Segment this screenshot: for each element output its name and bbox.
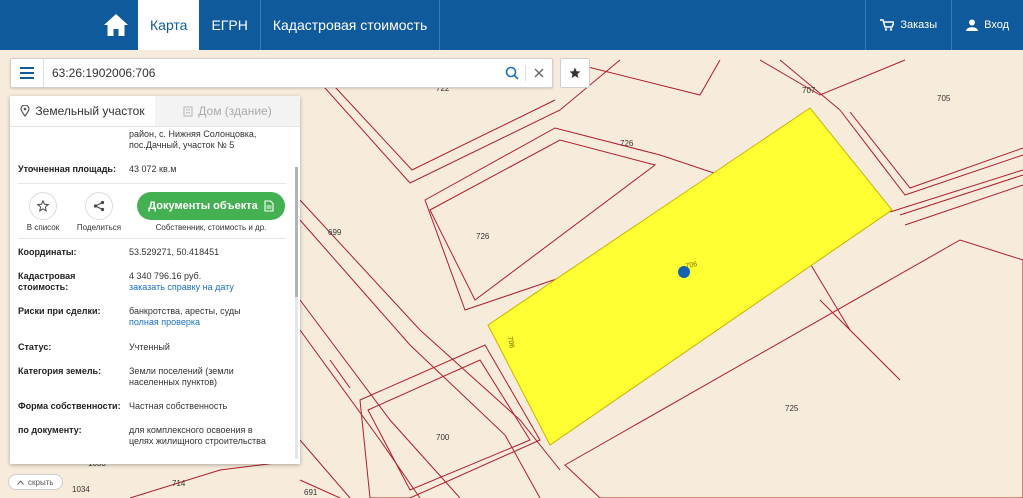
address-row: район, с. Нижняя Солонцовка, пос.Дачный,…: [10, 129, 294, 151]
address-label: [18, 129, 129, 151]
menu-button[interactable]: [11, 59, 44, 87]
close-icon: [534, 68, 544, 78]
hide-panel-label: скрыть: [28, 477, 54, 487]
panel-tabs: Земельный участок Дом (здание): [10, 96, 300, 127]
tab-house[interactable]: Дом (здание): [155, 96, 300, 126]
documents-button-label: Документы объекта: [148, 200, 258, 212]
ownership-value: Частная собственность: [129, 401, 228, 411]
category-label: Категория земель:: [18, 366, 102, 376]
tab-egrn[interactable]: ЕГРН: [199, 0, 261, 50]
hide-panel-button[interactable]: скрыть: [8, 474, 63, 490]
search-icon: [505, 66, 519, 80]
building-icon: [183, 105, 193, 117]
cadastral-value-row: Кадастровая стоимость: 4 340 796.16 руб.…: [10, 271, 294, 293]
document-icon: [264, 200, 274, 212]
divider: [18, 238, 286, 239]
cadastral-value-label-2: стоимость:: [18, 282, 69, 292]
map-label-699: 699: [328, 228, 342, 237]
coords-row: Координаты: 53.529271, 50.418451: [10, 247, 294, 258]
map-label-726-top: 726: [620, 139, 634, 148]
risks-row: Риски при сделки: банкротства, аресты, с…: [10, 306, 294, 328]
tab-land-plot[interactable]: Земельный участок: [10, 96, 155, 126]
orders-button[interactable]: Заказы: [865, 0, 951, 50]
area-label: Уточненная площадь:: [18, 164, 116, 174]
orders-label: Заказы: [900, 19, 938, 31]
by-document-value-2: целях жилищного строительства: [129, 436, 266, 446]
map-label-691: 691: [304, 488, 318, 497]
documents-button[interactable]: Документы объекта: [137, 192, 285, 220]
address-line-2: пос.Дачный, участок № 5: [129, 140, 235, 150]
category-row: Категория земель: Земли поселений (земли…: [10, 366, 294, 388]
hamburger-icon: [20, 67, 34, 79]
login-button[interactable]: Вход: [951, 0, 1023, 50]
scrollbar-thumb[interactable]: [295, 167, 298, 297]
actions-row: В список Поделиться Документы объекта Со…: [10, 184, 294, 238]
map-label-714: 714: [172, 479, 186, 488]
share-icon: [93, 200, 105, 212]
ownership-row: Форма собственности: Частная собственнос…: [10, 401, 294, 412]
tab-house-label: Дом (здание): [198, 104, 272, 118]
object-info-panel: Земельный участок Дом (здание) район, с.…: [10, 96, 300, 464]
by-document-row: по документу: для комплексного освоения …: [10, 425, 294, 447]
area-row: Уточненная площадь: 43 072 кв.м: [10, 164, 294, 175]
map-label-1034: 1034: [72, 485, 90, 494]
map-label-725: 725: [785, 404, 799, 413]
cadastral-value-amount: 4 340 796.16 руб.: [129, 271, 202, 281]
status-value: Учтенный: [129, 342, 170, 352]
user-icon: [966, 19, 979, 31]
map-label-707: 707: [802, 86, 816, 95]
top-navbar: Карта ЕГРН Кадастровая стоимость Заказы …: [0, 0, 1023, 50]
star-icon: [569, 67, 581, 78]
map-label-726: 726: [476, 232, 490, 241]
category-value-2: населенных пунктов): [129, 377, 218, 387]
clear-search-button[interactable]: [526, 59, 552, 87]
map-label-705: 705: [937, 94, 951, 103]
full-check-link[interactable]: полная проверка: [129, 317, 286, 328]
favorites-button[interactable]: [560, 58, 590, 88]
map-pin-icon: [20, 105, 30, 117]
tab-cadastral-value[interactable]: Кадастровая стоимость: [261, 0, 441, 50]
by-document-value-1: для комплексного освоения в: [129, 425, 253, 435]
login-label: Вход: [984, 19, 1009, 31]
tab-land-plot-label: Земельный участок: [35, 104, 145, 118]
cart-icon: [880, 19, 895, 31]
coords-label: Координаты:: [18, 247, 77, 257]
by-document-label: по документу:: [18, 425, 82, 435]
add-to-list-label: В список: [26, 223, 60, 232]
tab-map[interactable]: Карта: [138, 0, 200, 50]
search-button[interactable]: [499, 59, 525, 87]
area-value: 43 072 кв.м: [129, 164, 177, 174]
share-label: Поделиться: [76, 223, 122, 232]
star-outline-icon: [37, 200, 49, 212]
status-row: Статус: Учтенный: [10, 342, 294, 353]
map-label-700: 700: [436, 433, 450, 442]
address-line-1: район, с. Нижняя Солонцовка,: [129, 129, 257, 139]
add-to-list-button[interactable]: В список: [18, 192, 68, 232]
share-button[interactable]: Поделиться: [74, 192, 124, 232]
cadastral-value-label-1: Кадастровая: [18, 271, 76, 281]
order-certificate-link[interactable]: заказать справку на дату: [129, 282, 286, 293]
risks-label: Риски при сделки:: [18, 306, 101, 316]
coords-value: 53.529271, 50.418451: [129, 247, 220, 257]
category-value-1: Земли поселений (земли: [129, 366, 234, 376]
ownership-label: Форма собственности:: [18, 401, 121, 411]
search-bar: 63:26:1902006:706: [10, 58, 553, 88]
search-input[interactable]: 63:26:1902006:706: [44, 66, 499, 80]
status-label: Статус:: [18, 342, 52, 352]
risks-value: банкротства, аресты, суды: [129, 306, 241, 316]
home-icon: [104, 14, 128, 36]
documents-subtitle: Собственник, стоимость и др.: [155, 223, 267, 232]
documents-block: Документы объекта Собственник, стоимость…: [136, 192, 286, 232]
panel-body[interactable]: район, с. Нижняя Солонцовка, пос.Дачный,…: [10, 127, 300, 464]
chevron-up-icon: [17, 479, 24, 485]
home-button[interactable]: [94, 0, 138, 50]
